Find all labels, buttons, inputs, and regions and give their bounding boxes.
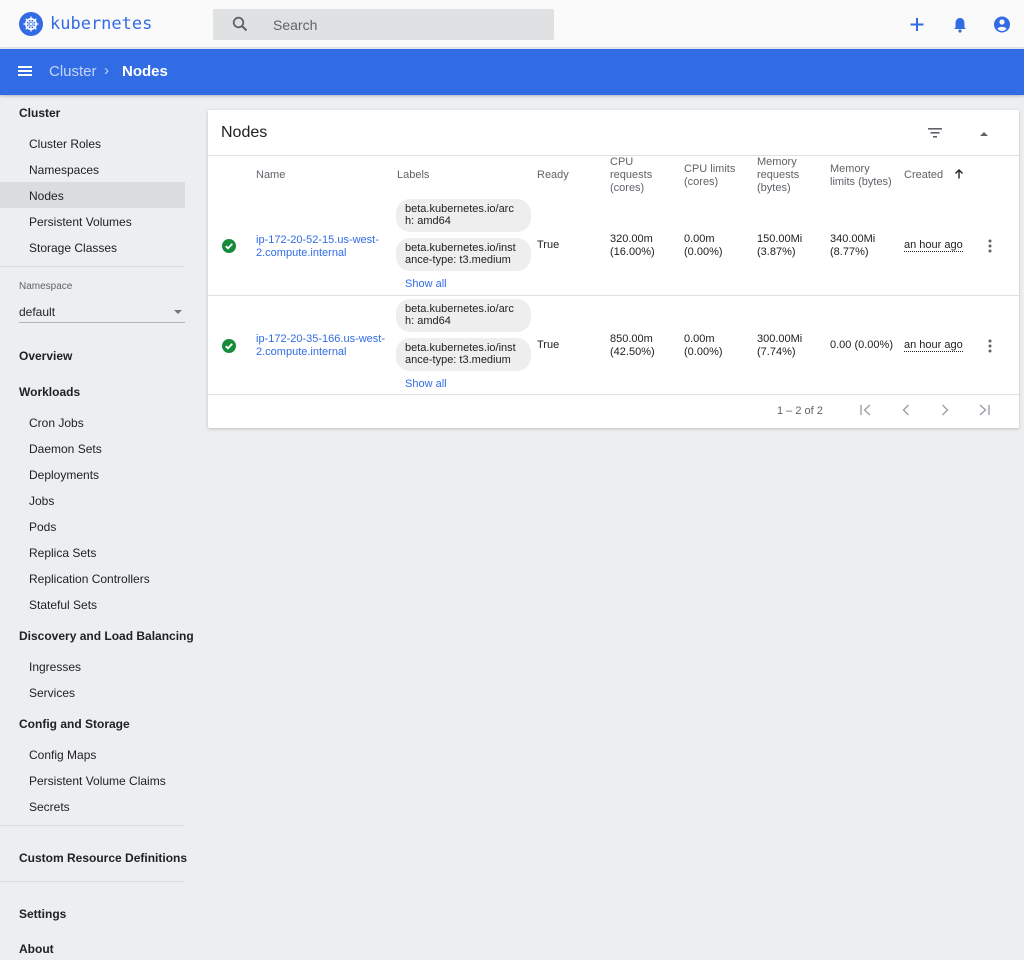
sidebar-item-services[interactable]: Services [29,686,214,700]
sidebar-item-cluster-roles[interactable]: Cluster Roles [29,137,214,151]
app-logo[interactable]: kubernetes [19,12,152,36]
filter-icon[interactable] [927,127,943,142]
app-name: kubernetes [50,14,153,34]
last-page-icon[interactable] [976,402,992,421]
sidebar-header-workloads[interactable]: Workloads [19,385,204,399]
caret-down-icon [174,310,182,314]
sidebar-header-cluster[interactable]: Cluster [19,106,204,120]
breadcrumb-separator-icon: › [104,62,109,79]
sidebar-header-config-storage[interactable]: Config and Storage [19,717,204,731]
cpu-requests-value: 850.00m (42.50%) [610,333,655,358]
node-name-link[interactable]: ip-172-20-35-166.us-west- 2.compute.inte… [256,333,385,359]
cpu-limits-value: 0.00m (0.00%) [684,233,723,258]
top-bar: kubernetes [0,0,1024,48]
column-header-name[interactable]: Name [256,169,285,182]
namespace-label: Namespace [19,281,73,292]
column-header-created[interactable]: Created [904,169,964,182]
sidebar-item-secrets[interactable]: Secrets [29,800,214,814]
show-all-link[interactable]: Show all [405,278,447,290]
sidebar-divider [0,825,185,826]
nodes-card: Nodes Name Labels Ready CPU requests (co… [208,110,1019,428]
card-title: Nodes [221,124,268,141]
label-chip: beta.kubernetes.io/arc h: amd64 [396,299,531,332]
cpu-limits-value: 0.00m (0.00%) [684,333,723,358]
sidebar-item-storage-classes[interactable]: Storage Classes [29,241,214,255]
kebab-icon[interactable] [988,338,992,357]
sidebar-item-config-maps[interactable]: Config Maps [29,748,214,762]
memory-requests-value: 300.00Mi (7.74%) [757,333,803,358]
node-name-link[interactable]: ip-172-20-52-15.us-west- 2.compute.inter… [256,234,379,260]
memory-limits-value: 0.00 (0.00%) [830,339,893,351]
created-value: an hour ago [904,239,963,252]
sidebar-item-replication-controllers[interactable]: Replication Controllers [29,572,214,586]
namespace-value: default [19,305,56,319]
sidebar-item-about[interactable]: About [19,942,204,956]
sidebar-item-persistent-volume-claims[interactable]: Persistent Volume Claims [29,774,214,788]
prev-page-icon[interactable] [898,402,914,421]
sidebar-item-ingresses[interactable]: Ingresses [29,660,214,674]
check-circle-icon [222,339,236,353]
sidebar-item-deployments[interactable]: Deployments [29,468,214,482]
column-header-memory-requests: Memory requests (bytes) [757,156,800,194]
created-value: an hour ago [904,339,963,352]
row-divider [208,295,1019,296]
next-page-icon[interactable] [937,402,953,421]
sidebar: Cluster Cluster Roles Namespaces Nodes P… [0,95,194,960]
bell-icon[interactable] [952,12,968,39]
sidebar-item-nodes[interactable]: Nodes [29,189,214,203]
cpu-requests-value: 320.00m (16.00%) [610,233,655,258]
ready-value: True [537,339,560,351]
row-divider [208,394,1019,395]
search-icon [232,16,248,35]
sidebar-item-stateful-sets[interactable]: Stateful Sets [29,598,214,612]
chevron-up-icon[interactable] [978,128,990,142]
search-input[interactable] [273,15,543,35]
pagination-range: 1 – 2 of 2 [777,405,823,417]
show-all-link[interactable]: Show all [405,378,447,390]
sidebar-item-daemon-sets[interactable]: Daemon Sets [29,442,214,456]
menu-icon[interactable] [17,64,33,81]
kubernetes-logo-icon [19,12,43,36]
sidebar-item-pods[interactable]: Pods [29,520,214,534]
breadcrumb-cluster[interactable]: Cluster [49,63,97,80]
page-header: Cluster › Nodes [0,49,1024,95]
sidebar-item-settings[interactable]: Settings [19,907,204,921]
column-header-cpu-limits: CPU limits (cores) [684,163,736,188]
sidebar-divider [0,266,185,267]
search-box[interactable] [213,9,554,40]
sidebar-item-jobs[interactable]: Jobs [29,494,214,508]
first-page-icon[interactable] [858,402,874,421]
check-circle-icon [222,239,236,253]
namespace-select[interactable]: default [19,303,185,323]
account-icon[interactable] [993,12,1011,39]
ready-value: True [537,239,560,251]
sidebar-item-cron-jobs[interactable]: Cron Jobs [29,416,214,430]
sidebar-item-namespaces[interactable]: Namespaces [29,163,214,177]
column-header-cpu-requests: CPU requests (cores) [610,156,653,194]
sidebar-header-discovery[interactable]: Discovery and Load Balancing [19,629,204,643]
arrow-up-icon [955,169,964,179]
label-chip: beta.kubernetes.io/arc h: amd64 [396,199,531,232]
memory-limits-value: 340.00Mi (8.77%) [830,233,876,258]
table-header-divider [208,155,1019,156]
kebab-icon[interactable] [988,238,992,257]
memory-requests-value: 150.00Mi (3.87%) [757,233,803,258]
sidebar-item-crd[interactable]: Custom Resource Definitions [19,851,204,865]
sidebar-item-persistent-volumes[interactable]: Persistent Volumes [29,215,214,229]
column-header-ready: Ready [537,169,569,181]
column-header-labels: Labels [397,169,430,181]
sidebar-divider [0,881,185,882]
breadcrumb-current: Nodes [122,63,168,80]
column-header-memory-limits: Memory limits (bytes) [830,163,892,188]
sidebar-item-overview[interactable]: Overview [19,349,204,363]
label-chip: beta.kubernetes.io/inst ance-type: t3.me… [396,238,531,271]
label-chip: beta.kubernetes.io/inst ance-type: t3.me… [396,338,531,371]
sidebar-item-replica-sets[interactable]: Replica Sets [29,546,214,560]
plus-icon[interactable] [909,12,925,39]
